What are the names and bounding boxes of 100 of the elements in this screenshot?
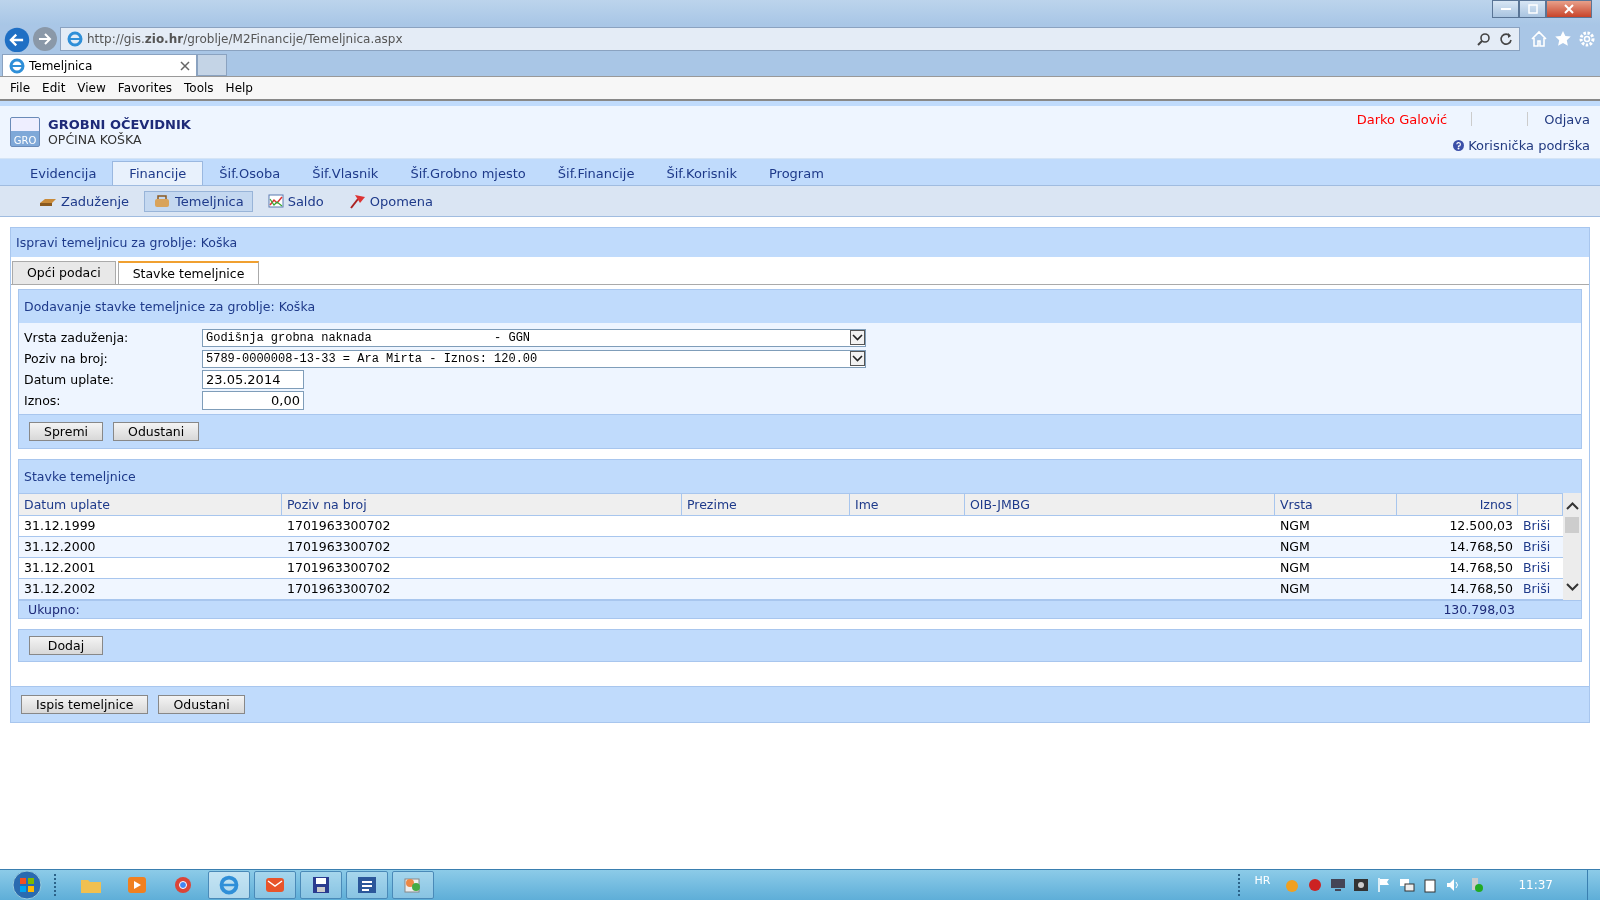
table-cell-text: 31.12.2002 <box>23 580 97 598</box>
briefcase-icon <box>153 194 172 208</box>
forward-button[interactable] <box>32 25 58 52</box>
column-header: Datum uplate <box>19 493 282 516</box>
field-label: Poziv na broj: <box>24 351 109 366</box>
nav-tab[interactable]: Šif.Osoba <box>203 162 297 185</box>
table-cell-text: 14.768,50 <box>1448 559 1514 577</box>
table-cell-text: 1701963300702 <box>286 559 392 577</box>
subnav-item[interactable]: Temeljnica <box>144 190 253 212</box>
page-tab[interactable]: Opći podaci <box>12 261 116 284</box>
device-icon[interactable] <box>1422 877 1439 893</box>
address-bar[interactable]: http://gis.zio.hr/groblje/M2Financije/Temeljnica.aspx <box>60 26 1520 51</box>
menu-item[interactable]: File <box>6 81 39 95</box>
table-cell-text: 14.768,50 <box>1448 580 1514 598</box>
browser-icon[interactable] <box>172 876 194 894</box>
network-icon[interactable] <box>1399 877 1416 893</box>
column-header: OIB-JMBG <box>965 493 1275 516</box>
menu-item[interactable]: Help <box>221 81 261 95</box>
footer-button[interactable]: Ispis temeljnice <box>21 695 149 714</box>
nav-tab[interactable]: Šif.Grobno mjesto <box>394 162 542 185</box>
menu-item[interactable]: Edit <box>38 81 74 95</box>
form-button[interactable]: Odustani <box>113 422 200 441</box>
column-header: Ime <box>850 493 965 516</box>
column-header: Iznos <box>1397 493 1518 516</box>
restore-button[interactable] <box>1519 0 1546 18</box>
nav-tab[interactable]: Šif.Vlasnik <box>296 162 395 185</box>
close-button[interactable] <box>1546 0 1592 18</box>
delete-link[interactable]: Briši <box>1518 579 1563 599</box>
tray-icon[interactable] <box>1353 877 1370 893</box>
mail-icon <box>265 876 285 894</box>
app-icon <box>403 876 423 894</box>
taskbar-button[interactable] <box>300 871 342 899</box>
support-link[interactable]: Korisnička podrška <box>1468 137 1590 153</box>
browser-tab[interactable]: Temeljnica <box>2 54 197 76</box>
clock: 11:37 <box>1518 878 1553 892</box>
app-title: GROBNI OČEVIDNIK <box>48 117 191 132</box>
delete-link[interactable]: Briši <box>1518 537 1563 557</box>
table-cell-text: NGM <box>1279 580 1311 598</box>
field-label: Iznos: <box>24 393 62 408</box>
table-cell-text: NGM <box>1279 517 1311 535</box>
menu-item[interactable]: Favorites <box>113 81 181 95</box>
close-icon <box>1564 4 1574 14</box>
monitor-icon[interactable] <box>1330 877 1347 893</box>
input-field[interactable]: 0,00 <box>202 391 304 410</box>
caret-icon <box>850 330 865 345</box>
search-icon[interactable] <box>1477 31 1491 46</box>
column-header: Prezime <box>682 493 850 516</box>
page-title: Ispravi temeljnicu za groblje: Koška <box>11 228 1589 257</box>
home-icon[interactable] <box>1530 29 1548 48</box>
table-cell-text: 1701963300702 <box>286 517 392 535</box>
browser-icon <box>9 57 25 74</box>
dropdown[interactable]: 5789-0000008-13-33 = Ara Mirta - Iznos: 120.00 <box>202 349 866 368</box>
menu-item[interactable]: View <box>73 81 114 95</box>
delete-link[interactable]: Briši <box>1518 516 1563 536</box>
table-cell-text: NGM <box>1279 559 1311 577</box>
nav-tab[interactable]: Evidencija <box>14 162 113 185</box>
table-cell-text: 1701963300702 <box>286 538 392 556</box>
dropdown[interactable]: Godišnja grobna naknada - GGN <box>202 328 866 347</box>
header-cell <box>1518 493 1563 516</box>
total-value: 130.798,03 <box>1443 602 1515 617</box>
logout-link[interactable]: Odjava <box>1544 111 1590 127</box>
tab-title: Temeljnica <box>29 58 94 73</box>
nav-tab[interactable]: Šif.Korisnik <box>650 162 753 185</box>
scroll-down-icon[interactable] <box>1563 580 1581 594</box>
table-cell-text: 12.500,03 <box>1448 517 1514 535</box>
browser-icon <box>67 30 83 47</box>
new-tab-button[interactable] <box>197 54 227 76</box>
field-label: Vrsta zaduženja: <box>24 330 130 345</box>
subnav-item[interactable]: Saldo <box>258 190 333 212</box>
subnav-item[interactable]: Opomena <box>338 190 442 212</box>
nav-tab[interactable]: Financije <box>112 161 204 185</box>
menu-item[interactable]: Tools <box>180 81 222 95</box>
minimize-icon <box>1500 7 1511 11</box>
media-player-icon[interactable] <box>126 876 148 894</box>
app-subtitle: OPĆINA KOŠKA <box>48 132 143 147</box>
table-cell-text: 14.768,50 <box>1448 538 1514 556</box>
back-button[interactable] <box>4 26 30 53</box>
table-cell-text: 1701963300702 <box>286 580 392 598</box>
nav-tab[interactable]: Šif.Financije <box>541 162 651 185</box>
taskbar-button[interactable] <box>346 871 388 899</box>
subnav-item[interactable]: Zaduženje <box>30 190 139 212</box>
start-button[interactable] <box>10 870 44 900</box>
scrollbar[interactable] <box>1563 493 1581 600</box>
scroll-thumb[interactable] <box>1565 517 1579 533</box>
input-field[interactable]: 23.05.2014 <box>202 370 304 389</box>
section-title: Dodavanje stavke temeljnice za groblje: Koška <box>19 290 1581 323</box>
page-tab[interactable]: Stavke temeljnice <box>117 261 260 284</box>
settings-icon[interactable] <box>1578 29 1596 48</box>
delete-link[interactable]: Briši <box>1518 558 1563 578</box>
footer-button[interactable]: Odustani <box>158 695 245 714</box>
help-icon <box>1453 139 1465 151</box>
close-icon[interactable] <box>180 60 190 71</box>
favorites-star-icon[interactable] <box>1554 29 1572 48</box>
nav-tab[interactable]: Program <box>752 162 840 185</box>
minimize-button[interactable] <box>1492 0 1519 18</box>
logo: GRO <box>10 117 40 147</box>
add-button[interactable]: Dodaj <box>29 636 103 655</box>
form-button[interactable]: Spremi <box>29 422 104 441</box>
refresh-icon[interactable] <box>1499 31 1513 46</box>
total-label: Ukupno: <box>28 602 80 617</box>
